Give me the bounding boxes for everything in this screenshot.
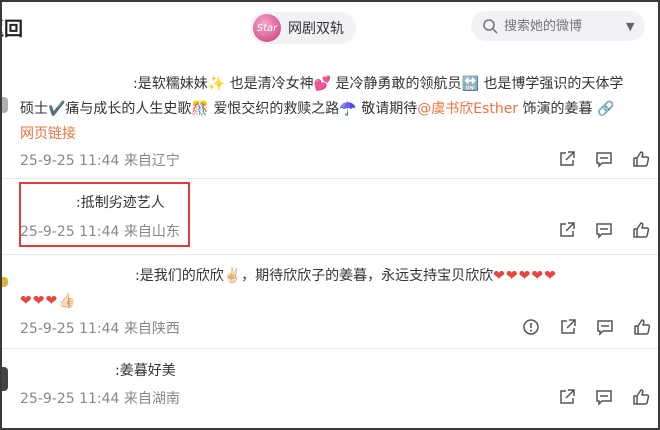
comment-icon[interactable] bbox=[594, 316, 616, 338]
comment-item: :是我们的欣欣✌🏻，期待欣欣子的姜暮，永远支持宝贝欣欣❤❤❤❤❤ ❤❤❤👍🏻 bbox=[20, 264, 650, 314]
source-location: 来自湖南 bbox=[123, 391, 180, 407]
cropped-avatar bbox=[2, 367, 8, 391]
comment-item: :是软糯妹妹✨ 也是清冷女神💕 是冷静勇敢的领航员🔛 也是博学强识的天体学 硕士… bbox=[20, 72, 650, 147]
divider bbox=[2, 254, 658, 255]
comment-actions bbox=[556, 386, 652, 408]
comment-actions bbox=[556, 148, 652, 170]
timestamp: 25-9-25 11:44 bbox=[20, 391, 120, 407]
divider bbox=[2, 348, 658, 349]
comment-meta: 25-9-25 11:44 来自辽宁 bbox=[20, 150, 180, 170]
thumbs-up-emoji: 👍🏻 bbox=[58, 293, 76, 309]
share-icon[interactable] bbox=[557, 316, 579, 338]
avatar: Star bbox=[253, 14, 281, 42]
comment-actions bbox=[520, 316, 653, 338]
source-location: 来自辽宁 bbox=[123, 153, 180, 169]
comment-text-line2: ❤❤❤👍🏻 bbox=[20, 289, 650, 314]
comment-icon[interactable] bbox=[593, 219, 615, 241]
search-box[interactable]: ▼ bbox=[471, 11, 645, 41]
search-input[interactable] bbox=[504, 18, 622, 34]
divider bbox=[2, 178, 658, 179]
share-icon[interactable] bbox=[556, 219, 578, 241]
link-icon: 🔗 bbox=[592, 101, 615, 117]
mention-link[interactable]: @虞书欣Esther bbox=[417, 101, 518, 117]
comment-item: :姜暮好美 bbox=[115, 359, 176, 384]
comment-text-line1: :是我们的欣欣✌🏻，期待欣欣子的姜暮，永远支持宝贝欣欣❤❤❤❤❤ bbox=[135, 268, 557, 284]
timestamp: 25-9-25 11:44 bbox=[20, 224, 120, 240]
comment-icon[interactable] bbox=[593, 148, 615, 170]
like-icon[interactable] bbox=[631, 316, 653, 338]
heart-emojis: ❤❤❤❤❤ bbox=[493, 268, 557, 284]
like-icon[interactable] bbox=[630, 148, 652, 170]
like-icon[interactable] bbox=[630, 386, 652, 408]
comment-meta: 25-9-25 11:44 来自山东 bbox=[20, 221, 180, 241]
comment-text: :抵制劣迹艺人 bbox=[76, 195, 165, 211]
timestamp: 25-9-25 11:44 bbox=[20, 153, 120, 169]
chevron-down-icon[interactable]: ▼ bbox=[626, 20, 634, 33]
search-icon bbox=[483, 19, 498, 34]
like-icon[interactable] bbox=[630, 219, 652, 241]
channel-name: 网剧双轨 bbox=[288, 21, 344, 37]
heart-emojis: ❤❤❤ bbox=[20, 293, 59, 309]
share-icon[interactable] bbox=[556, 148, 578, 170]
share-icon[interactable] bbox=[556, 386, 578, 408]
comment-text: :姜暮好美 bbox=[115, 363, 176, 379]
cropped-avatar bbox=[2, 97, 8, 113]
comment-actions bbox=[556, 219, 652, 241]
comment-meta: 25-9-25 11:44 来自陕西 bbox=[20, 318, 180, 338]
cropped-avatar bbox=[2, 277, 8, 287]
source-location: 来自陕西 bbox=[123, 321, 180, 337]
top-bar: 返回 Star 网剧双轨 ▼ bbox=[2, 2, 658, 52]
source-location: 来自山东 bbox=[123, 224, 180, 240]
back-button[interactable]: 返回 bbox=[2, 14, 23, 41]
comment-item: :抵制劣迹艺人 bbox=[76, 191, 165, 216]
comment-text-line1: :是软糯妹妹✨ 也是清冷女神💕 是冷静勇敢的领航员🔛 也是博学强识的天体学 bbox=[133, 76, 624, 92]
comment-meta: 25-9-25 11:44 来自湖南 bbox=[20, 388, 180, 408]
comment-icon[interactable] bbox=[593, 386, 615, 408]
weibo-comments-panel: 返回 Star 网剧双轨 ▼ :是软糯妹妹✨ 也是清冷女神💕 是冷静勇敢的领航员… bbox=[0, 0, 660, 430]
timestamp: 25-9-25 11:44 bbox=[20, 321, 120, 337]
channel-chip[interactable]: Star 网剧双轨 bbox=[250, 12, 356, 44]
comment-text-line2: 硕士✔️痛与成长的人生史歌🎊 爱恨交织的救赎之路☂️ 敬请期待@虞书欣Esthe… bbox=[20, 101, 615, 117]
web-link[interactable]: 网页链接 bbox=[20, 122, 650, 147]
report-icon[interactable] bbox=[520, 316, 542, 338]
